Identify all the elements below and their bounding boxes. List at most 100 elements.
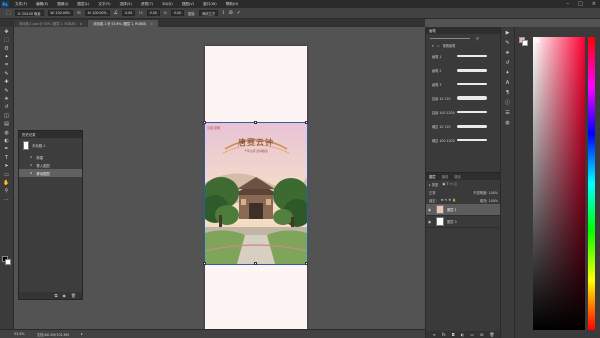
maximize-icon[interactable]: □ [578, 1, 583, 7]
brush-preset[interactable]: 画笔 3 [426, 77, 500, 91]
paragraph-icon[interactable]: ¶ [501, 88, 514, 97]
h-skew-field[interactable]: 0.00 [146, 10, 160, 16]
history-panel-icon[interactable]: ↺ [501, 58, 514, 67]
brush-preset[interactable]: 硬边 10 120 [426, 119, 500, 133]
play-icon[interactable]: ▶ [501, 28, 514, 37]
transform-handle-bottom-left[interactable] [203, 262, 206, 265]
status-arrow-icon[interactable]: ▸ [81, 332, 83, 336]
blur-icon[interactable]: ◍ [0, 129, 13, 136]
menu-item[interactable]: 滤镜(T) [141, 2, 153, 7]
width-field[interactable]: W: 100.00% [47, 10, 73, 16]
close-tab-icon[interactable]: × [150, 22, 153, 26]
properties-icon[interactable]: ☰ [501, 108, 514, 117]
x-position-field[interactable]: X: 254.00 像素 [14, 10, 44, 16]
eraser-icon[interactable]: ◫ [0, 112, 13, 119]
menu-item[interactable]: 窗口(W) [203, 2, 217, 7]
history-snapshot[interactable]: 未标题-1 [19, 138, 82, 153]
info-icon[interactable]: ⓘ [501, 98, 514, 107]
healing-icon[interactable]: ✚ [0, 79, 13, 86]
history-item[interactable]: ▫ 置入图层 [19, 161, 82, 169]
extra-icon[interactable]: ⋯ [0, 196, 13, 203]
background-color-swatch[interactable] [5, 259, 11, 265]
type-icon[interactable]: T [0, 154, 13, 161]
history-brush-icon[interactable]: ↺ [0, 104, 13, 111]
pen-icon[interactable]: ✒ [0, 146, 13, 153]
magic-wand-icon[interactable]: ✦ [0, 54, 13, 61]
transform-handle-bottom[interactable] [254, 262, 257, 265]
menu-item[interactable]: 视图(V) [182, 2, 194, 7]
visibility-eye-icon[interactable]: ◉ [428, 220, 433, 224]
tab-paths[interactable]: 路径 [454, 174, 461, 179]
gradient-icon[interactable]: ▤ [0, 121, 13, 128]
shape-icon[interactable]: ▭ [0, 171, 13, 178]
transform-handle-top[interactable] [254, 121, 257, 124]
warp-icon[interactable]: ⌇ [222, 10, 224, 16]
history-panel-title[interactable]: 历史记录 [19, 131, 82, 138]
artwork-layer[interactable]: 云南·昆明 唐赛云钟 千年古寺 晨钟暮鼓 [204, 122, 308, 265]
move-icon[interactable]: ✥ [0, 28, 13, 35]
filter-icons[interactable]: ▣ T ▭ ◫ [442, 182, 457, 186]
interpolation-select[interactable]: 两次立方 [199, 10, 219, 16]
search-icon[interactable]: ⚲ [476, 36, 479, 41]
eyedropper-icon[interactable]: ✎ [0, 70, 13, 77]
filter-kind-select[interactable]: ▸ 类型 [429, 182, 438, 187]
document-canvas[interactable]: 云南·昆明 唐赛云钟 千年古寺 晨钟暮鼓 [203, 46, 308, 338]
adjustment-icon[interactable]: ◐ [461, 332, 465, 337]
background-color-swatch[interactable] [522, 40, 528, 46]
stamp-icon[interactable]: ⎈ [0, 96, 13, 103]
menu-item[interactable]: 文字(Y) [98, 2, 110, 7]
zoom-icon[interactable]: ⚲ [0, 188, 13, 195]
character-icon[interactable]: A [501, 78, 514, 87]
brush-icon[interactable]: ✎ [0, 87, 13, 94]
menu-item[interactable]: 图层(L) [77, 2, 89, 7]
libraries-icon[interactable]: ◍ [501, 118, 514, 127]
new-document-icon[interactable]: ⧉ [55, 293, 58, 298]
history-item[interactable]: ▫ 新建 [19, 153, 82, 161]
brush-preset[interactable]: 画笔 2 [426, 63, 500, 77]
transform-handle-top-left[interactable] [203, 121, 206, 124]
link-layers-icon[interactable]: ∞ [432, 332, 435, 337]
color-picker-field[interactable] [533, 37, 585, 330]
menu-item[interactable]: 帮助(H) [226, 2, 239, 7]
snapshot-camera-icon[interactable]: ◉ [62, 293, 66, 298]
v-skew-field[interactable]: 0.00 [170, 10, 184, 16]
close-icon[interactable]: × [592, 1, 596, 7]
history-item[interactable]: ▫ 移动图层 [19, 169, 82, 177]
brush-size-slider[interactable] [430, 37, 470, 39]
hue-slider[interactable] [588, 37, 595, 330]
menu-item[interactable]: 图像(I) [57, 2, 68, 7]
tab-document-1[interactable]: 未标题-1.psd @ 50% (图层 1, RGB/8) × [14, 20, 88, 27]
brush-preset[interactable]: 边缘 10 120 [426, 91, 500, 105]
opacity-field[interactable]: 不透明度: 100% [473, 190, 501, 195]
lock-icons[interactable]: ⊞ ✎ ✥ 🔒 [441, 198, 457, 202]
layer-row[interactable]: ◉ 图层 1 [426, 204, 501, 216]
menu-item[interactable]: 3D(D) [162, 2, 173, 7]
mask-icon[interactable]: ◘ [452, 332, 455, 337]
zoom-level[interactable]: 53.6% [14, 332, 25, 336]
tab-document-2[interactable]: 未标题-1 @ 53.6% (图层 1, RGB/8) × [88, 20, 159, 27]
tab-layers[interactable]: 图层 [429, 174, 436, 179]
trash-icon[interactable]: 🗑 [71, 293, 76, 298]
blend-mode-select[interactable]: 正常 [429, 190, 436, 195]
brush-preset[interactable]: 画笔 1 [426, 49, 500, 63]
link-icon[interactable]: ∞ [77, 10, 81, 16]
hand-icon[interactable]: ✋ [0, 179, 13, 186]
menu-item[interactable]: 选择(S) [120, 2, 132, 7]
transform-handle-bottom-right[interactable] [305, 262, 308, 265]
brush-panel-icon[interactable]: ✎ [501, 38, 514, 47]
clone-source-icon[interactable]: ⎈ [501, 48, 514, 57]
dodge-icon[interactable]: ◐ [0, 137, 13, 144]
angle-field[interactable]: 0.00 [122, 10, 136, 16]
cancel-transform-icon[interactable]: ⊘ [229, 10, 233, 16]
trash-icon[interactable]: 🗑 [489, 332, 494, 337]
crop-icon[interactable]: ⌗ [0, 62, 13, 69]
transform-tool-icon[interactable]: ⬚ [6, 10, 11, 16]
path-select-icon[interactable]: ➤ [0, 163, 13, 170]
brush-preset[interactable]: 硬边 100 1200 [426, 133, 500, 147]
menu-item[interactable]: 文件(F) [15, 2, 27, 7]
close-tab-icon[interactable]: × [80, 22, 83, 26]
visibility-eye-icon[interactable]: ◉ [428, 208, 433, 212]
brush-group[interactable]: ▾ ▭ 常规画笔 [426, 42, 500, 49]
marquee-icon[interactable]: ⬚ [0, 37, 13, 44]
transform-handle-top-right[interactable] [305, 121, 308, 124]
